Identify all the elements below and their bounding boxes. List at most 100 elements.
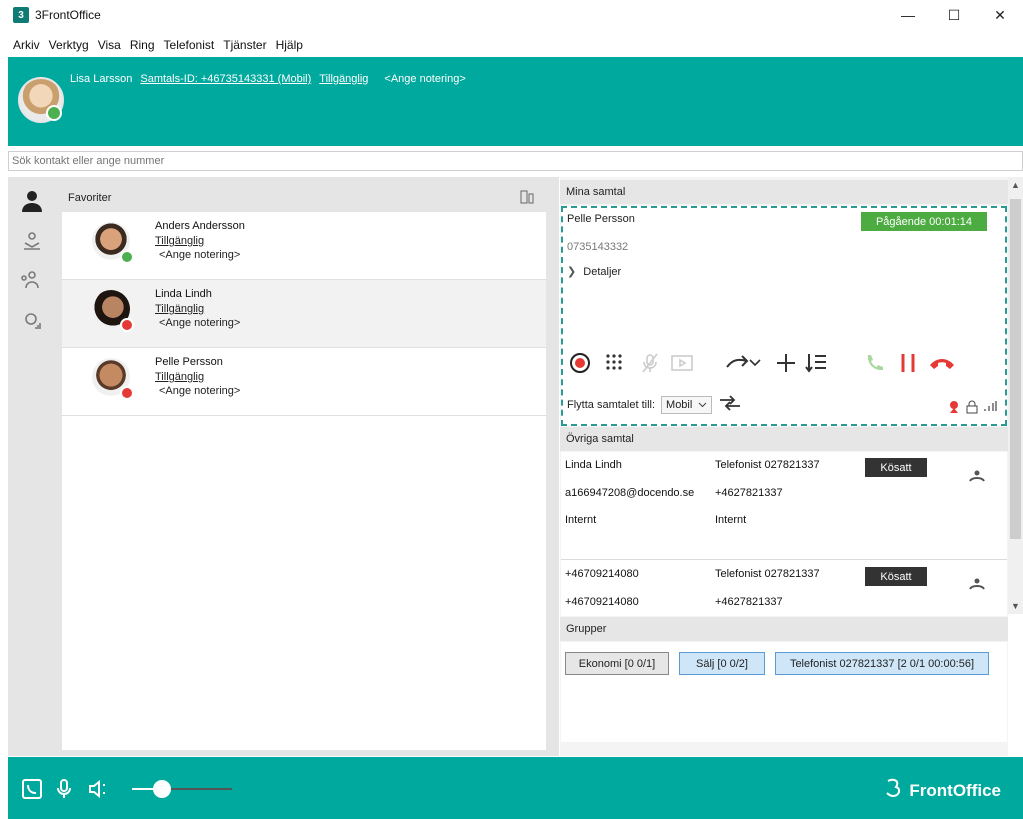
other-call-party: Linda Lindh [565, 459, 622, 471]
menu-visa[interactable]: Visa [98, 38, 121, 56]
presence-busy-phone-icon [120, 386, 134, 400]
volume-slider-handle[interactable] [153, 780, 171, 798]
app-logo-icon: 3 [13, 7, 29, 23]
other-call-number-2: +4627821337 [715, 596, 783, 608]
answer-disabled-icon [861, 350, 887, 376]
group-button-ekonomi[interactable]: Ekonomi [0 0/1] [565, 652, 669, 675]
user-status-link[interactable]: Tillgänglig [319, 73, 368, 85]
group-button-telefonist[interactable]: Telefonist 027821337 [2 0/1 00:00:56] [775, 652, 989, 675]
title-bar: 3 3FrontOffice — ☐ ✕ [0, 0, 1023, 30]
user-note[interactable]: <Ange notering> [384, 73, 465, 85]
brand-name: FrontOffice [909, 780, 1001, 800]
queue-headset-icon[interactable] [16, 305, 48, 337]
footer-bar: FrontOffice [8, 757, 1023, 819]
consult-list-icon[interactable] [803, 350, 829, 376]
active-call-card[interactable]: Pelle Persson Pågående 00:01:14 07351433… [561, 206, 1007, 426]
other-call-number: +4627821337 [715, 487, 783, 499]
hold-pause-icon[interactable] [895, 350, 921, 376]
layout-toggle-icon[interactable] [520, 190, 534, 207]
nav-rail [8, 185, 58, 345]
close-button[interactable]: ✕ [977, 0, 1023, 30]
other-call-queue: Telefonist 027821337 [715, 459, 820, 471]
contact-status[interactable]: Tillgänglig [155, 235, 204, 247]
call-indicators [947, 400, 997, 417]
other-call-type: Internt [565, 514, 597, 526]
contact-status[interactable]: Tillgänglig [155, 303, 204, 315]
scroll-up-icon[interactable]: ▲ [1011, 180, 1020, 190]
favorites-panel: Favoriter Anders Andersson Tillgänglig <… [62, 184, 546, 750]
other-calls-title: Övriga samtal [560, 427, 1008, 451]
contact-status[interactable]: Tillgänglig [155, 371, 204, 383]
contact-name: Pelle Persson [155, 356, 223, 368]
contact-name: Anders Andersson [155, 220, 245, 232]
brand-3-icon [882, 776, 906, 805]
move-target-select[interactable]: Mobil [661, 395, 713, 414]
favorites-title: Favoriter [68, 192, 112, 204]
scroll-thumb[interactable] [1010, 199, 1021, 539]
contact-item[interactable]: Anders Andersson Tillgänglig <Ange noter… [62, 212, 546, 280]
call-party-name: Pelle Persson [567, 213, 635, 225]
speaker-icon[interactable] [88, 779, 108, 799]
presence-available-icon [46, 105, 62, 121]
group-presence-icon[interactable] [16, 265, 48, 297]
call-toolbar [567, 350, 1005, 376]
contact-item[interactable]: Pelle Persson Tillgänglig <Ange notering… [62, 348, 546, 416]
menu-telefonist[interactable]: Telefonist [164, 38, 215, 56]
mute-disabled-icon [637, 350, 663, 376]
move-call-arrows-icon[interactable] [718, 394, 742, 415]
call-details-toggle[interactable]: ❯ Detaljer [567, 265, 621, 278]
record-icon[interactable] [567, 350, 593, 376]
window-title: 3FrontOffice [35, 8, 101, 22]
groups-title: Grupper [560, 617, 1008, 641]
search-input[interactable] [9, 152, 1022, 170]
menu-arkiv[interactable]: Arkiv [13, 38, 40, 56]
lock-icon [966, 400, 978, 417]
softphone-icon[interactable] [22, 779, 42, 799]
microphone-icon[interactable] [54, 779, 74, 799]
contact-note[interactable]: <Ange notering> [159, 317, 240, 329]
queued-badge: Kösatt [865, 567, 927, 586]
volume-slider-track[interactable] [132, 788, 232, 790]
other-call-row[interactable]: +46709214080 Telefonist 027821337 Kösatt… [561, 562, 1007, 616]
pickup-call-icon[interactable] [969, 578, 985, 593]
add-call-plus-icon[interactable] [773, 350, 799, 376]
contact-note[interactable]: <Ange notering> [159, 385, 240, 397]
menu-verktyg[interactable]: Verktyg [49, 38, 89, 56]
contact-item[interactable]: Linda Lindh Tillgänglig <Ange notering> [62, 280, 546, 348]
video-disabled-icon [669, 350, 695, 376]
other-call-type-2: Internt [715, 514, 747, 526]
menu-ring[interactable]: Ring [130, 38, 155, 56]
menu-bar: Arkiv Verktyg Visa Ring Telefonist Tjäns… [0, 38, 312, 56]
queued-badge: Kösatt [865, 458, 927, 477]
call-id-link[interactable]: Samtals-ID: +46735143331 (Mobil) [140, 73, 311, 85]
my-calls-title: Mina samtal [560, 180, 1008, 204]
presence-available-icon [120, 250, 134, 264]
menu-hjalp[interactable]: Hjälp [276, 38, 303, 56]
user-header: Lisa Larsson Samtals-ID: +46735143331 (M… [8, 57, 1023, 146]
call-party-number: 0735143332 [567, 241, 629, 253]
hangup-icon[interactable] [929, 350, 955, 376]
scroll-down-icon[interactable]: ▼ [1011, 601, 1020, 611]
minimize-button[interactable]: — [885, 0, 931, 30]
contact-note[interactable]: <Ange notering> [159, 249, 240, 261]
pickup-call-icon[interactable] [969, 470, 985, 485]
other-call-row[interactable]: Linda Lindh Telefonist 027821337 Kösatt … [561, 452, 1007, 560]
other-call-queue: Telefonist 027821337 [715, 568, 820, 580]
presence-busy-phone-icon [120, 318, 134, 332]
other-call-number: +46709214080 [565, 596, 639, 608]
operator-desk-icon[interactable] [16, 225, 48, 257]
calls-scrollbar[interactable]: ▲ ▼ [1008, 177, 1023, 614]
dialpad-icon[interactable] [601, 350, 627, 376]
chevron-right-icon: ❯ [567, 266, 577, 278]
chevron-down-icon[interactable] [747, 350, 763, 376]
search-bar [8, 151, 1023, 171]
call-details-label: Detaljer [583, 266, 622, 278]
group-button-salj[interactable]: Sälj [0 0/2] [679, 652, 765, 675]
menu-tjanster[interactable]: Tjänster [223, 38, 266, 56]
groups-panel: Ekonomi [0 0/1] Sälj [0 0/2] Telefonist … [561, 642, 1007, 742]
brand-logo: FrontOffice [882, 776, 1001, 805]
maximize-button[interactable]: ☐ [931, 0, 977, 30]
move-call-label: Flytta samtalet till: [567, 398, 656, 411]
contacts-person-icon[interactable] [16, 185, 48, 217]
call-status-badge: Pågående 00:01:14 [861, 212, 987, 231]
